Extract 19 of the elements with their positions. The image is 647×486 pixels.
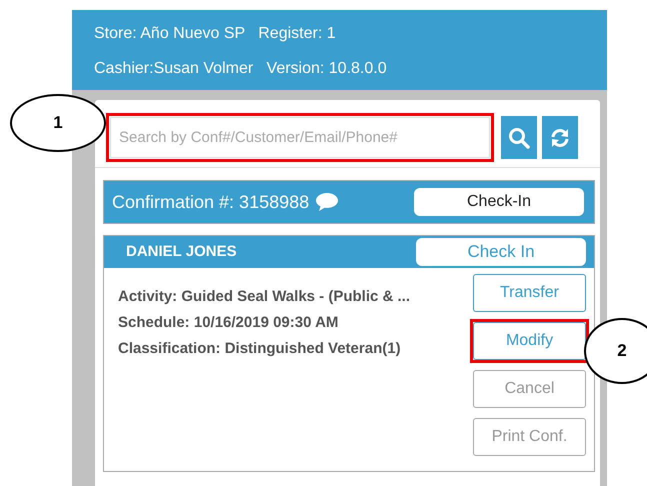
search-field[interactable]: Search by Conf#/Customer/Email/Phone# [110,117,490,158]
confirmation-number: Confirmation #: 3158988 [112,192,310,212]
check-in-button[interactable]: Check In [416,238,586,266]
refresh-icon [549,126,571,148]
guest-name: DANIEL JONES [126,243,237,260]
callout-number: 1 [53,113,63,133]
header-info: Store: Año Nuevo SP Register: 1 [94,24,337,42]
search-icon [508,126,530,148]
action-button[interactable]: Transfer [473,274,586,312]
booking-detail: Classification: Distinguished Veteran(1) [118,339,402,359]
booking-detail: Schedule: 10/16/2019 09:30 AM [118,313,340,333]
check-in-button[interactable]: Check-In [414,188,584,216]
action-button[interactable]: Modify [473,322,586,360]
header-info: Cashier:Susan Volmer Version: 10.8.0.0 [94,60,388,78]
booking-detail: Activity: Guided Seal Walks - (Public & ... [118,287,412,307]
refresh-button[interactable] [542,116,578,159]
search-button[interactable] [501,116,537,159]
callout-number: 2 [617,341,627,361]
speech-bubble-icon[interactable] [315,192,340,212]
